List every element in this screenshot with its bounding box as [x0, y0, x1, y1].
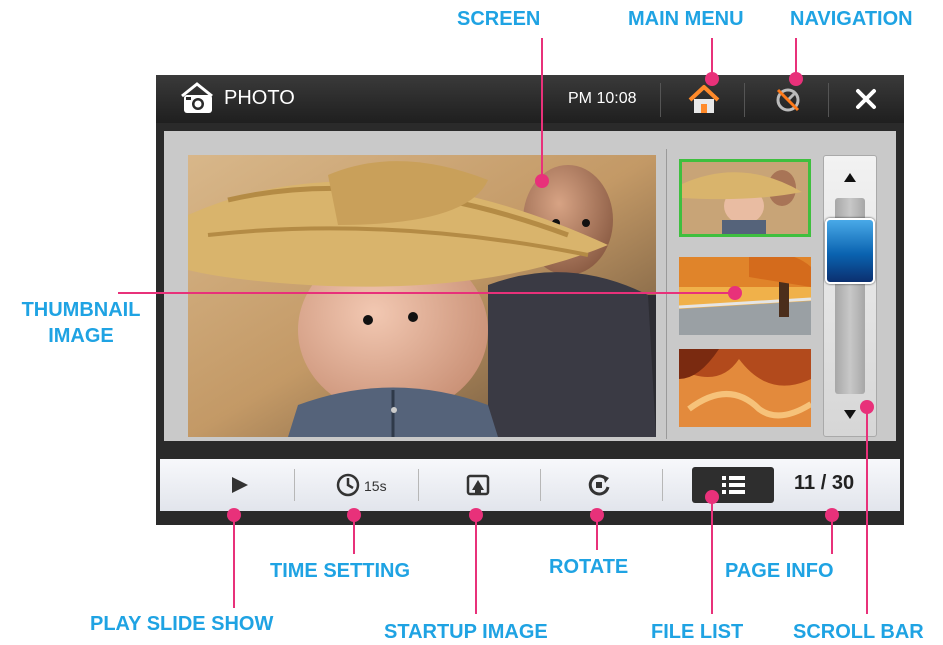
toolbar-separator: [294, 469, 295, 501]
leader-dot: [347, 508, 361, 522]
page-info: 11 / 30: [794, 472, 854, 495]
startup-image-button[interactable]: [448, 465, 508, 505]
close-icon: [856, 89, 876, 109]
thumbnail-image: [679, 257, 811, 335]
startup-image-icon: [466, 474, 490, 496]
arrow-up-icon[interactable]: [824, 156, 876, 196]
content-area: [164, 131, 896, 441]
scroll-track[interactable]: [825, 198, 875, 394]
callout-thumbnail: THUMBNAIL IMAGE: [6, 297, 156, 349]
thumbnail-item[interactable]: [679, 257, 811, 335]
leader-dot: [590, 508, 604, 522]
play-slide-show-button[interactable]: [210, 465, 270, 505]
callout-main-menu: MAIN MENU: [628, 8, 744, 30]
callout-navigation: NAVIGATION: [790, 8, 913, 30]
callout-play-slide-show: PLAY SLIDE SHOW: [90, 613, 274, 635]
navigation-off-icon: [776, 88, 800, 112]
camera-icon: [181, 82, 213, 113]
leader-play: [233, 514, 235, 608]
clock-icon: [336, 473, 360, 497]
page-total: 30: [831, 472, 855, 494]
page-separator: /: [820, 472, 827, 494]
leader-dot: [469, 508, 483, 522]
thumbnail-image: [679, 349, 811, 427]
leader-dot: [789, 72, 803, 86]
close-button[interactable]: [834, 81, 898, 117]
thumbnail-image: [682, 162, 808, 234]
thumbnail-item[interactable]: [679, 349, 811, 427]
rotate-icon: [588, 474, 610, 496]
callout-rotate: ROTATE: [549, 556, 629, 578]
navigation-button[interactable]: [750, 81, 826, 117]
leader-dot: [728, 286, 742, 300]
leader-scroll-bar: [866, 406, 868, 614]
photo-app-window: PHOTO PM 10:08 15s 11 / 30: [156, 75, 904, 525]
leader-dot: [535, 174, 549, 188]
leader-dot: [705, 490, 719, 504]
callout-time-setting: TIME SETTING: [270, 560, 410, 582]
toolbar-inner: 15s 11 / 30: [160, 459, 900, 511]
toolbar-separator: [540, 469, 541, 501]
page-current: 11: [794, 472, 816, 494]
photo-screen[interactable]: [188, 155, 656, 437]
callout-thumbnail-line2: IMAGE: [48, 325, 114, 347]
title-separator: [744, 83, 745, 117]
leader-file-list: [711, 496, 713, 614]
toolbar-separator: [662, 469, 663, 501]
callout-screen: SCREEN: [457, 8, 541, 30]
leader-dot: [860, 400, 874, 414]
leader-dot: [705, 72, 719, 86]
main-photo: [188, 155, 656, 437]
bottom-toolbar: 15s 11 / 30: [156, 455, 904, 515]
thumbnail-divider: [666, 149, 667, 439]
scroll-bar[interactable]: [823, 155, 877, 437]
callout-thumbnail-line1: THUMBNAIL: [21, 299, 141, 321]
callout-startup-image: STARTUP IMAGE: [384, 621, 548, 643]
title-separator: [828, 83, 829, 117]
timer-value: 15s: [364, 478, 387, 494]
home-icon: [688, 85, 720, 113]
callout-scroll-bar: SCROLL BAR: [793, 621, 924, 643]
leader-thumbnail: [118, 292, 734, 294]
leader-dot: [227, 508, 241, 522]
toolbar-separator: [418, 469, 419, 501]
leader-screen: [541, 38, 543, 180]
rotate-button[interactable]: [570, 465, 630, 505]
callout-page-info: PAGE INFO: [725, 560, 834, 582]
time-setting-button[interactable]: 15s: [320, 465, 410, 505]
title-separator: [660, 83, 661, 117]
thumbnail-item[interactable]: [679, 159, 811, 237]
app-title: PHOTO: [224, 87, 295, 109]
leader-startup-image: [475, 514, 477, 614]
callout-file-list: FILE LIST: [651, 621, 744, 643]
clock: PM 10:08: [568, 90, 637, 107]
leader-dot: [825, 508, 839, 522]
play-icon: [232, 477, 248, 493]
scroll-thumb[interactable]: [825, 218, 875, 284]
main-menu-button[interactable]: [666, 81, 742, 117]
